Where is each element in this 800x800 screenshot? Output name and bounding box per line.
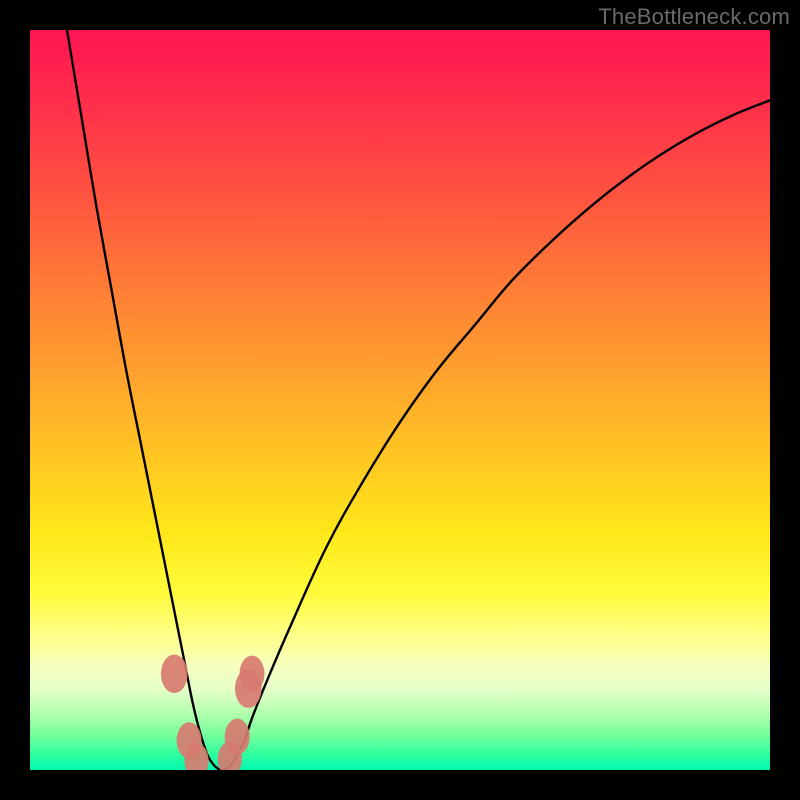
curve-marker	[239, 656, 264, 692]
chart-area	[30, 30, 770, 770]
chart-svg	[30, 30, 770, 770]
curve-marker	[161, 654, 188, 693]
curve-marker	[225, 719, 250, 755]
curve-markers	[161, 654, 265, 770]
watermark-text: TheBottleneck.com	[598, 4, 790, 30]
